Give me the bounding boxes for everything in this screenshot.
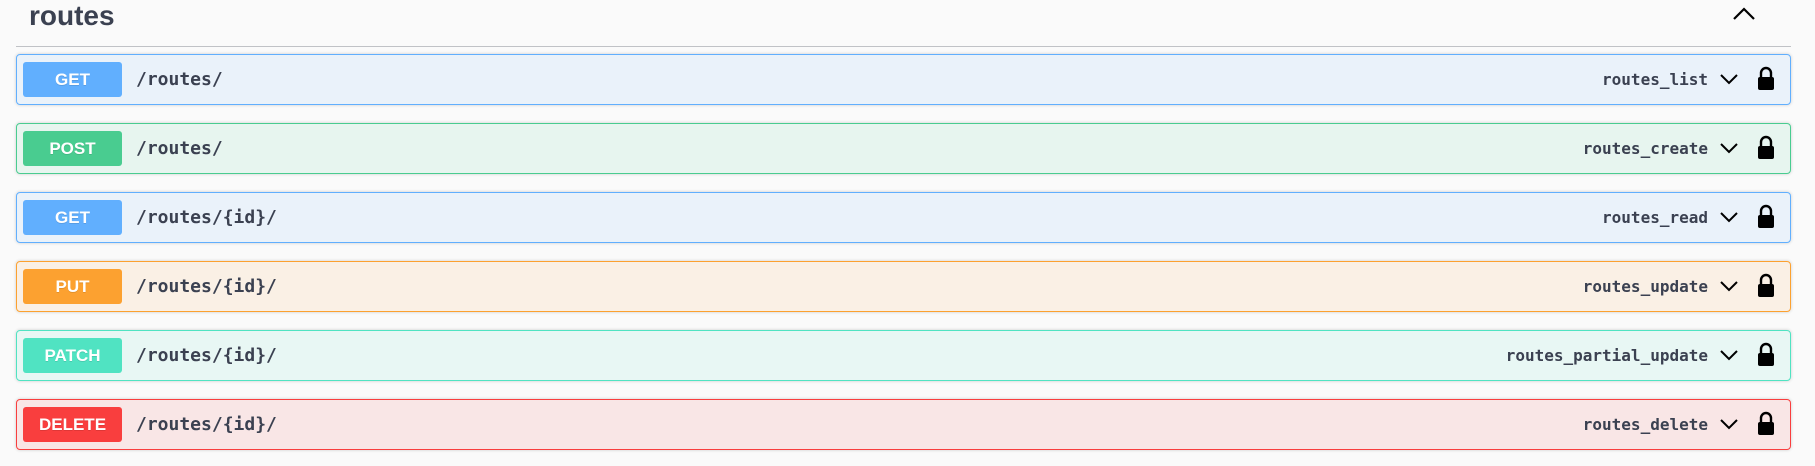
operation-path: /routes/{id}/ xyxy=(136,345,277,366)
method-badge: PATCH xyxy=(23,338,122,373)
opblock-put-routes-update[interactable]: PUT /routes/{id}/ routes_update xyxy=(16,261,1791,312)
method-badge: PUT xyxy=(23,269,122,304)
operation-id: routes_create xyxy=(1582,139,1708,158)
lock-icon[interactable] xyxy=(1756,204,1776,230)
opblock-post-routes-create[interactable]: POST /routes/ routes_create xyxy=(16,123,1791,174)
chevron-up-icon[interactable] xyxy=(1729,3,1759,25)
operation-id: routes_partial_update xyxy=(1505,346,1708,365)
chevron-down-icon[interactable] xyxy=(1718,346,1740,364)
operation-path: /routes/{id}/ xyxy=(136,414,277,435)
operation-path: /routes/ xyxy=(136,138,223,159)
chevron-down-icon[interactable] xyxy=(1718,208,1740,226)
operation-id: routes_delete xyxy=(1582,415,1708,434)
lock-icon[interactable] xyxy=(1756,66,1776,92)
chevron-down-icon[interactable] xyxy=(1718,139,1740,157)
tag-title: routes xyxy=(29,0,115,31)
operation-path: /routes/ xyxy=(136,69,223,90)
lock-icon[interactable] xyxy=(1756,342,1776,368)
opblock-get-routes-list[interactable]: GET /routes/ routes_list xyxy=(16,54,1791,105)
method-badge: DELETE xyxy=(23,407,122,442)
method-badge: POST xyxy=(23,131,122,166)
operation-path: /routes/{id}/ xyxy=(136,207,277,228)
method-badge: GET xyxy=(23,200,122,235)
lock-icon[interactable] xyxy=(1756,411,1776,437)
chevron-down-icon[interactable] xyxy=(1718,277,1740,295)
operation-id: routes_list xyxy=(1602,70,1708,89)
tag-header[interactable]: routes xyxy=(16,0,1791,47)
chevron-down-icon[interactable] xyxy=(1718,415,1740,433)
operation-id: routes_update xyxy=(1582,277,1708,296)
method-badge: GET xyxy=(23,62,122,97)
operation-path: /routes/{id}/ xyxy=(136,276,277,297)
lock-icon[interactable] xyxy=(1756,135,1776,161)
tag-section-routes: routes GET /routes/ routes_list POST /ro… xyxy=(0,0,1815,466)
opblock-patch-routes-partial-update[interactable]: PATCH /routes/{id}/ routes_partial_updat… xyxy=(16,330,1791,381)
opblock-get-routes-read[interactable]: GET /routes/{id}/ routes_read xyxy=(16,192,1791,243)
chevron-down-icon[interactable] xyxy=(1718,70,1740,88)
opblock-delete-routes-delete[interactable]: DELETE /routes/{id}/ routes_delete xyxy=(16,399,1791,450)
operations-list: GET /routes/ routes_list POST /routes/ r… xyxy=(16,54,1791,466)
lock-icon[interactable] xyxy=(1756,273,1776,299)
operation-id: routes_read xyxy=(1602,208,1708,227)
